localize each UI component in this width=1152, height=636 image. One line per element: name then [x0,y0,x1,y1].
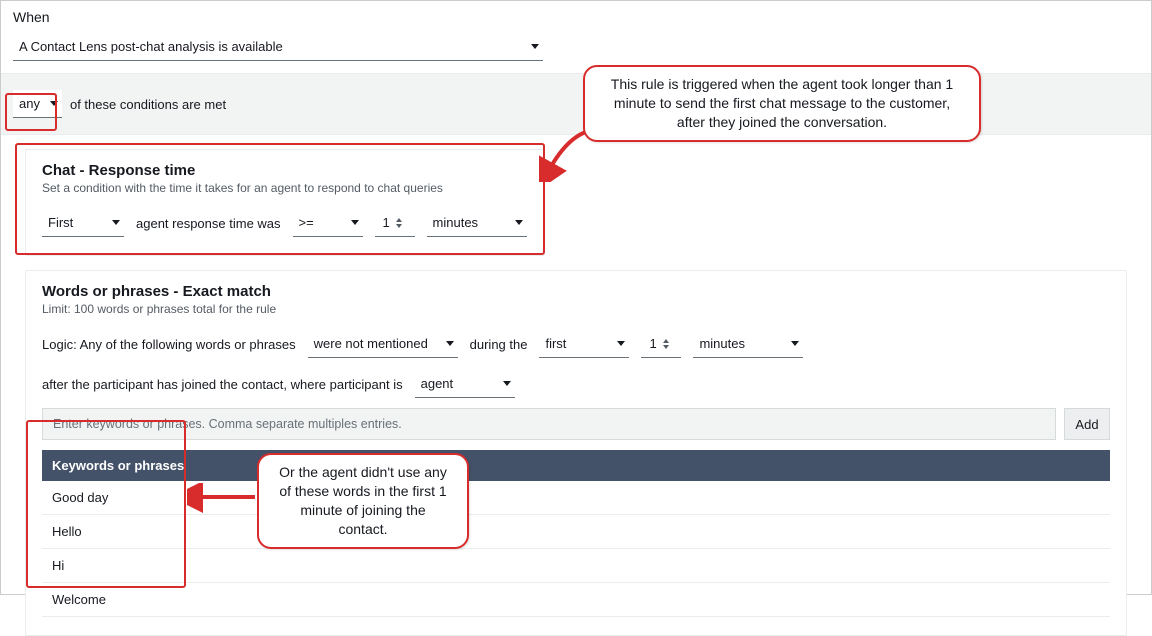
chevron-down-icon [50,101,58,106]
step-up-icon [663,339,669,343]
step-down-icon [663,345,669,349]
response-time-card: Chat - Response time Set a condition wit… [25,149,545,256]
any-select-value: any [19,96,40,111]
step-down-icon [396,224,402,228]
mentioned-select[interactable]: were not mentioned [308,330,458,358]
comparator-select[interactable]: >= [293,209,363,237]
chevron-down-icon [617,341,625,346]
chevron-down-icon [791,341,799,346]
add-button[interactable]: Add [1064,408,1110,440]
response-unit-select[interactable]: minutes [427,209,527,237]
callout-response-text: This rule is triggered when the agent to… [611,76,953,130]
add-button-label: Add [1075,417,1098,432]
any-select[interactable]: any [13,90,62,118]
chevron-down-icon [503,381,511,386]
words-tail: after the participant has joined the con… [42,377,403,392]
comparator-value: >= [299,215,314,230]
arrow-to-keywords [187,483,259,513]
keyword-input[interactable]: Enter keywords or phrases. Comma separat… [42,408,1056,440]
callout-keywords-text: Or the agent didn't use any of these wor… [279,464,447,537]
chevron-down-icon [515,220,523,225]
words-count-value: 1 [649,336,656,351]
position-select-value: First [48,215,73,230]
response-middle-text: agent response time was [136,216,281,231]
chevron-down-icon [351,220,359,225]
participant-value: agent [421,376,454,391]
logic-lead: Logic: Any of the following words or phr… [42,337,296,352]
callout-keywords: Or the agent didn't use any of these wor… [257,453,469,549]
step-up-icon [396,218,402,222]
response-time-title: Chat - Response time [42,162,528,179]
words-title: Words or phrases - Exact match [42,283,1110,300]
words-count-stepper[interactable]: 1 [641,330,681,358]
table-row[interactable]: Welcome [42,583,1110,617]
callout-response: This rule is triggered when the agent to… [583,65,981,142]
when-label: When [1,1,1151,29]
during-select[interactable]: first [539,330,629,358]
chevron-down-icon [531,44,539,49]
position-select[interactable]: First [42,209,124,237]
conditions-tail: of these conditions are met [70,97,226,112]
response-time-subtitle: Set a condition with the time it takes f… [42,181,528,195]
mentioned-value: were not mentioned [314,336,428,351]
participant-select[interactable]: agent [415,370,515,398]
trigger-select[interactable]: A Contact Lens post-chat analysis is ava… [13,33,543,61]
words-card: Words or phrases - Exact match Limit: 10… [25,270,1127,636]
chevron-down-icon [446,341,454,346]
table-row[interactable]: Hello [42,515,1110,549]
keyword-input-placeholder: Enter keywords or phrases. Comma separat… [53,417,402,431]
words-unit-value: minutes [699,336,745,351]
words-subtitle: Limit: 100 words or phrases total for th… [42,302,1110,316]
response-value: 1 [383,215,390,230]
chevron-down-icon [112,220,120,225]
response-value-stepper[interactable]: 1 [375,209,415,237]
during-value: first [545,336,566,351]
trigger-select-value: A Contact Lens post-chat analysis is ava… [19,39,283,54]
table-row[interactable]: Hi [42,549,1110,583]
keywords-table-header: Keywords or phrases [42,450,1110,481]
words-unit-select[interactable]: minutes [693,330,803,358]
response-unit-value: minutes [433,215,479,230]
during-label: during the [470,337,528,352]
